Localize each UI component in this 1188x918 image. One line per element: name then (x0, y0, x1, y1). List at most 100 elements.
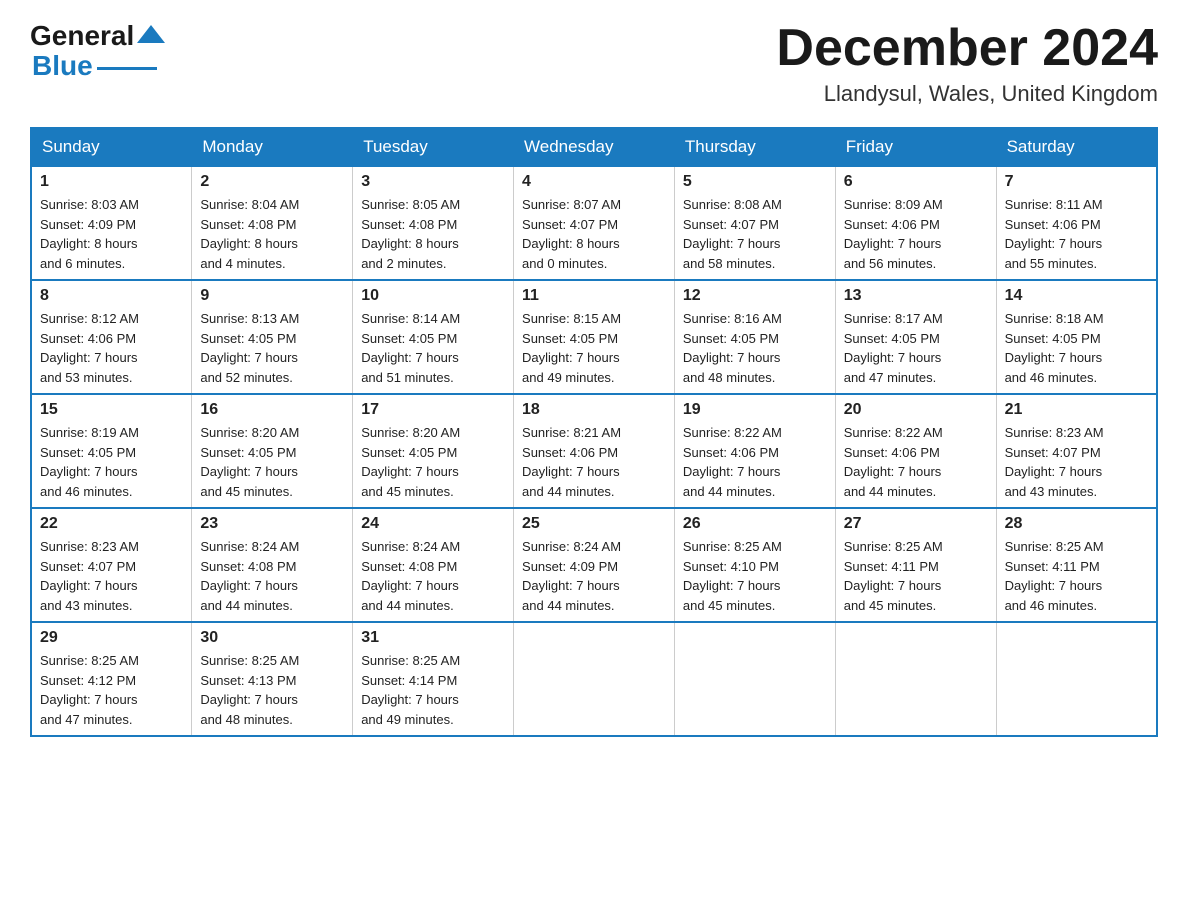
day-info: Sunrise: 8:05 AMSunset: 4:08 PMDaylight:… (361, 195, 505, 273)
subtitle: Llandysul, Wales, United Kingdom (776, 81, 1158, 107)
day-number: 2 (200, 173, 344, 191)
calendar-cell: 10 Sunrise: 8:14 AMSunset: 4:05 PMDayligh… (353, 280, 514, 394)
day-number: 5 (683, 173, 827, 191)
day-number: 26 (683, 515, 827, 533)
calendar-cell: 25 Sunrise: 8:24 AMSunset: 4:09 PMDayligh… (514, 508, 675, 622)
calendar-week-row: 15Sunrise: 8:19 AMSunset: 4:05 PMDayligh… (31, 394, 1157, 508)
day-info: Sunrise: 8:25 AMSunset: 4:11 PMDaylight:… (1005, 537, 1148, 615)
day-info: Sunrise: 8:03 AMSunset: 4:09 PMDaylight:… (40, 195, 183, 273)
day-info: Sunrise: 8:20 AMSunset: 4:05 PMDaylight:… (200, 423, 344, 501)
day-info: Sunrise: 8:13 AMSunset: 4:05 PMDaylight:… (200, 309, 344, 387)
day-number: 30 (200, 629, 344, 647)
calendar-cell: 27Sunrise: 8:25 AMSunset: 4:11 PMDayligh… (835, 508, 996, 622)
calendar-week-row: 8 Sunrise: 8:12 AMSunset: 4:06 PMDaylight… (31, 280, 1157, 394)
calendar-cell: 29 Sunrise: 8:25 AMSunset: 4:12 PMDayligh… (31, 622, 192, 736)
calendar-cell: 7 Sunrise: 8:11 AMSunset: 4:06 PMDaylight… (996, 166, 1157, 280)
day-number: 6 (844, 173, 988, 191)
day-number: 31 (361, 629, 505, 647)
day-number: 11 (522, 287, 666, 305)
day-info: Sunrise: 8:23 AMSunset: 4:07 PMDaylight:… (1005, 423, 1148, 501)
day-info: Sunrise: 8:25 AMSunset: 4:14 PMDaylight:… (361, 651, 505, 729)
day-info: Sunrise: 8:24 AMSunset: 4:08 PMDaylight:… (361, 537, 505, 615)
calendar-cell: 31 Sunrise: 8:25 AMSunset: 4:14 PMDayligh… (353, 622, 514, 736)
day-info: Sunrise: 8:19 AMSunset: 4:05 PMDaylight:… (40, 423, 183, 501)
calendar-cell: 16Sunrise: 8:20 AMSunset: 4:05 PMDayligh… (192, 394, 353, 508)
calendar-cell (674, 622, 835, 736)
day-number: 29 (40, 629, 183, 647)
day-number: 27 (844, 515, 988, 533)
day-number: 9 (200, 287, 344, 305)
calendar-cell: 28 Sunrise: 8:25 AMSunset: 4:11 PMDayligh… (996, 508, 1157, 622)
calendar-cell (835, 622, 996, 736)
day-info: Sunrise: 8:20 AMSunset: 4:05 PMDaylight:… (361, 423, 505, 501)
day-info: Sunrise: 8:16 AMSunset: 4:05 PMDaylight:… (683, 309, 827, 387)
calendar-cell: 15Sunrise: 8:19 AMSunset: 4:05 PMDayligh… (31, 394, 192, 508)
calendar-cell: 17 Sunrise: 8:20 AMSunset: 4:05 PMDayligh… (353, 394, 514, 508)
day-number: 10 (361, 287, 505, 305)
logo: General Blue (30, 20, 165, 82)
day-info: Sunrise: 8:22 AMSunset: 4:06 PMDaylight:… (683, 423, 827, 501)
day-info: Sunrise: 8:14 AMSunset: 4:05 PMDaylight:… (361, 309, 505, 387)
calendar-cell: 9 Sunrise: 8:13 AMSunset: 4:05 PMDaylight… (192, 280, 353, 394)
day-number: 7 (1005, 173, 1148, 191)
calendar-cell: 1Sunrise: 8:03 AMSunset: 4:09 PMDaylight… (31, 166, 192, 280)
calendar-cell: 3Sunrise: 8:05 AMSunset: 4:08 PMDaylight… (353, 166, 514, 280)
day-info: Sunrise: 8:04 AMSunset: 4:08 PMDaylight:… (200, 195, 344, 273)
day-number: 8 (40, 287, 183, 305)
calendar-cell: 19 Sunrise: 8:22 AMSunset: 4:06 PMDayligh… (674, 394, 835, 508)
day-info: Sunrise: 8:08 AMSunset: 4:07 PMDaylight:… (683, 195, 827, 273)
day-number: 13 (844, 287, 988, 305)
day-number: 20 (844, 401, 988, 419)
day-info: Sunrise: 8:21 AMSunset: 4:06 PMDaylight:… (522, 423, 666, 501)
day-number: 4 (522, 173, 666, 191)
calendar-header-wednesday: Wednesday (514, 128, 675, 166)
day-number: 23 (200, 515, 344, 533)
calendar-cell: 8 Sunrise: 8:12 AMSunset: 4:06 PMDaylight… (31, 280, 192, 394)
day-info: Sunrise: 8:11 AMSunset: 4:06 PMDaylight:… (1005, 195, 1148, 273)
calendar-cell: 12 Sunrise: 8:16 AMSunset: 4:05 PMDayligh… (674, 280, 835, 394)
calendar-table: SundayMondayTuesdayWednesdayThursdayFrid… (30, 127, 1158, 737)
calendar-cell: 23 Sunrise: 8:24 AMSunset: 4:08 PMDayligh… (192, 508, 353, 622)
calendar-cell: 2 Sunrise: 8:04 AMSunset: 4:08 PMDaylight… (192, 166, 353, 280)
title-section: December 2024 Llandysul, Wales, United K… (776, 20, 1158, 107)
calendar-cell: 14 Sunrise: 8:18 AMSunset: 4:05 PMDayligh… (996, 280, 1157, 394)
day-number: 24 (361, 515, 505, 533)
calendar-cell: 26 Sunrise: 8:25 AMSunset: 4:10 PMDayligh… (674, 508, 835, 622)
logo-blue-text: Blue (32, 50, 93, 82)
calendar-cell: 30Sunrise: 8:25 AMSunset: 4:13 PMDayligh… (192, 622, 353, 736)
day-number: 25 (522, 515, 666, 533)
calendar-cell: 24 Sunrise: 8:24 AMSunset: 4:08 PMDayligh… (353, 508, 514, 622)
day-number: 19 (683, 401, 827, 419)
day-info: Sunrise: 8:12 AMSunset: 4:06 PMDaylight:… (40, 309, 183, 387)
calendar-cell (996, 622, 1157, 736)
calendar-header-tuesday: Tuesday (353, 128, 514, 166)
day-info: Sunrise: 8:24 AMSunset: 4:09 PMDaylight:… (522, 537, 666, 615)
calendar-header-saturday: Saturday (996, 128, 1157, 166)
calendar-cell: 18 Sunrise: 8:21 AMSunset: 4:06 PMDayligh… (514, 394, 675, 508)
day-number: 28 (1005, 515, 1148, 533)
day-number: 18 (522, 401, 666, 419)
calendar-header-monday: Monday (192, 128, 353, 166)
calendar-cell: 21Sunrise: 8:23 AMSunset: 4:07 PMDayligh… (996, 394, 1157, 508)
calendar-cell (514, 622, 675, 736)
day-info: Sunrise: 8:15 AMSunset: 4:05 PMDaylight:… (522, 309, 666, 387)
calendar-cell: 11 Sunrise: 8:15 AMSunset: 4:05 PMDayligh… (514, 280, 675, 394)
day-info: Sunrise: 8:07 AMSunset: 4:07 PMDaylight:… (522, 195, 666, 273)
day-info: Sunrise: 8:25 AMSunset: 4:12 PMDaylight:… (40, 651, 183, 729)
day-number: 17 (361, 401, 505, 419)
calendar-header-sunday: Sunday (31, 128, 192, 166)
day-number: 12 (683, 287, 827, 305)
day-number: 14 (1005, 287, 1148, 305)
calendar-cell: 5 Sunrise: 8:08 AMSunset: 4:07 PMDaylight… (674, 166, 835, 280)
logo-triangle-icon (137, 25, 165, 43)
day-info: Sunrise: 8:25 AMSunset: 4:10 PMDaylight:… (683, 537, 827, 615)
calendar-week-row: 29 Sunrise: 8:25 AMSunset: 4:12 PMDayligh… (31, 622, 1157, 736)
day-info: Sunrise: 8:24 AMSunset: 4:08 PMDaylight:… (200, 537, 344, 615)
calendar-cell: 4 Sunrise: 8:07 AMSunset: 4:07 PMDaylight… (514, 166, 675, 280)
calendar-header-thursday: Thursday (674, 128, 835, 166)
day-number: 22 (40, 515, 183, 533)
calendar-week-row: 1Sunrise: 8:03 AMSunset: 4:09 PMDaylight… (31, 166, 1157, 280)
day-info: Sunrise: 8:18 AMSunset: 4:05 PMDaylight:… (1005, 309, 1148, 387)
calendar-week-row: 22Sunrise: 8:23 AMSunset: 4:07 PMDayligh… (31, 508, 1157, 622)
day-info: Sunrise: 8:17 AMSunset: 4:05 PMDaylight:… (844, 309, 988, 387)
